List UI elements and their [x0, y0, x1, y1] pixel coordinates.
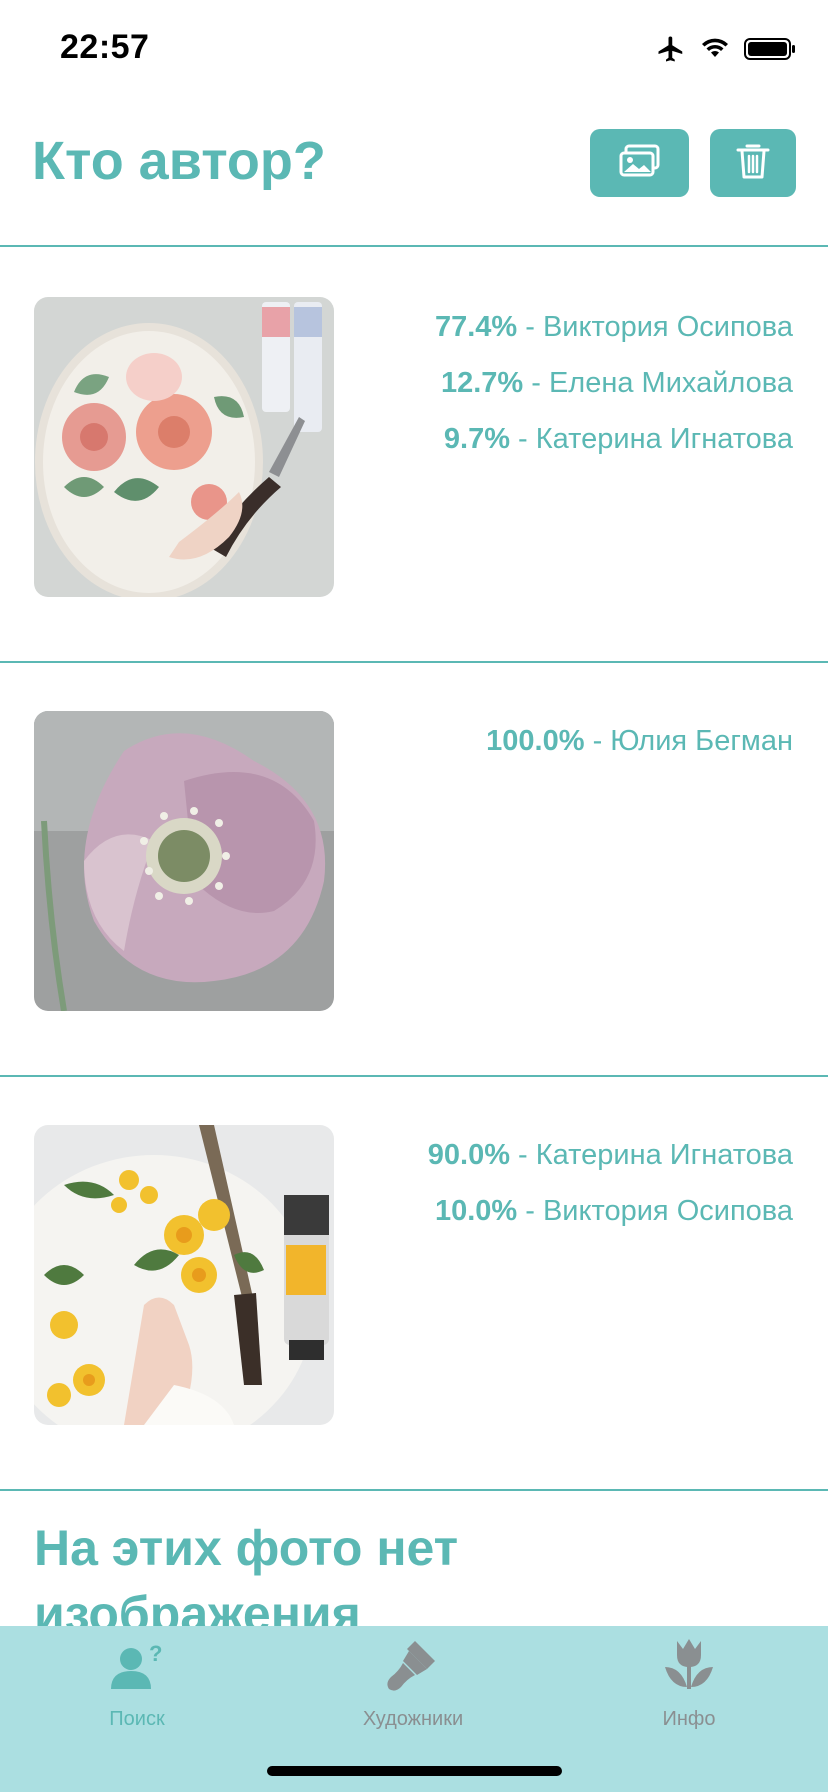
status-time: 22:57 [60, 28, 150, 66]
tulip-icon [661, 1637, 717, 1698]
brush-icon [385, 1637, 441, 1698]
tab-search[interactable]: ? Поиск [47, 1636, 227, 1731]
guess-item: 90.0% - Катерина Игнатова [427, 1139, 793, 1171]
tab-info[interactable]: Инфо [599, 1636, 779, 1731]
status-bar: 22:57 [0, 0, 828, 100]
person-question-icon: ? [109, 1641, 165, 1698]
result-row[interactable]: 100.0% - Юлия Бегман [0, 661, 828, 1077]
wifi-icon [700, 37, 730, 66]
guess-list: 77.4% - Виктория Осипова 12.7% - Елена М… [435, 299, 793, 467]
tab-label: Инфо [662, 1708, 716, 1730]
result-row[interactable]: 90.0% - Катерина Игнатова 10.0% - Виктор… [0, 1075, 828, 1491]
guess-list: 90.0% - Катерина Игнатова 10.0% - Виктор… [428, 1127, 793, 1239]
guess-item: 9.7% - Катерина Игнатова [443, 423, 793, 455]
guess-list: 100.0% - Юлия Бегман [486, 713, 793, 769]
artwork-image [34, 711, 334, 1011]
guess-item: 10.0% - Виктория Осипова [434, 1195, 793, 1227]
artwork-image [34, 297, 334, 597]
trash-icon [736, 141, 770, 186]
tab-label: Художники [362, 1708, 464, 1730]
delete-button[interactable] [710, 129, 796, 197]
screen: 22:57 Кто автор? 77.4% - Виктория Осипов… [0, 0, 828, 1792]
tab-label: Поиск [109, 1708, 165, 1730]
guess-item: 100.0% - Юлия Бегман [486, 725, 793, 757]
result-row[interactable]: 77.4% - Виктория Осипова 12.7% - Елена М… [0, 247, 828, 663]
page-title: Кто автор? [32, 131, 326, 191]
tab-artists[interactable]: Художники [323, 1636, 503, 1731]
airplane-icon [656, 34, 686, 69]
home-indicator[interactable] [267, 1766, 562, 1776]
gallery-button[interactable] [590, 129, 689, 197]
header: Кто автор? [0, 100, 828, 247]
guess-item: 12.7% - Елена Михайлова [440, 367, 793, 399]
svg-text:?: ? [149, 1643, 162, 1666]
guess-item: 77.4% - Виктория Осипова [434, 311, 793, 343]
battery-icon [744, 37, 796, 66]
gallery-icon [617, 143, 663, 184]
status-icons [656, 34, 796, 69]
artwork-image [34, 1125, 334, 1425]
